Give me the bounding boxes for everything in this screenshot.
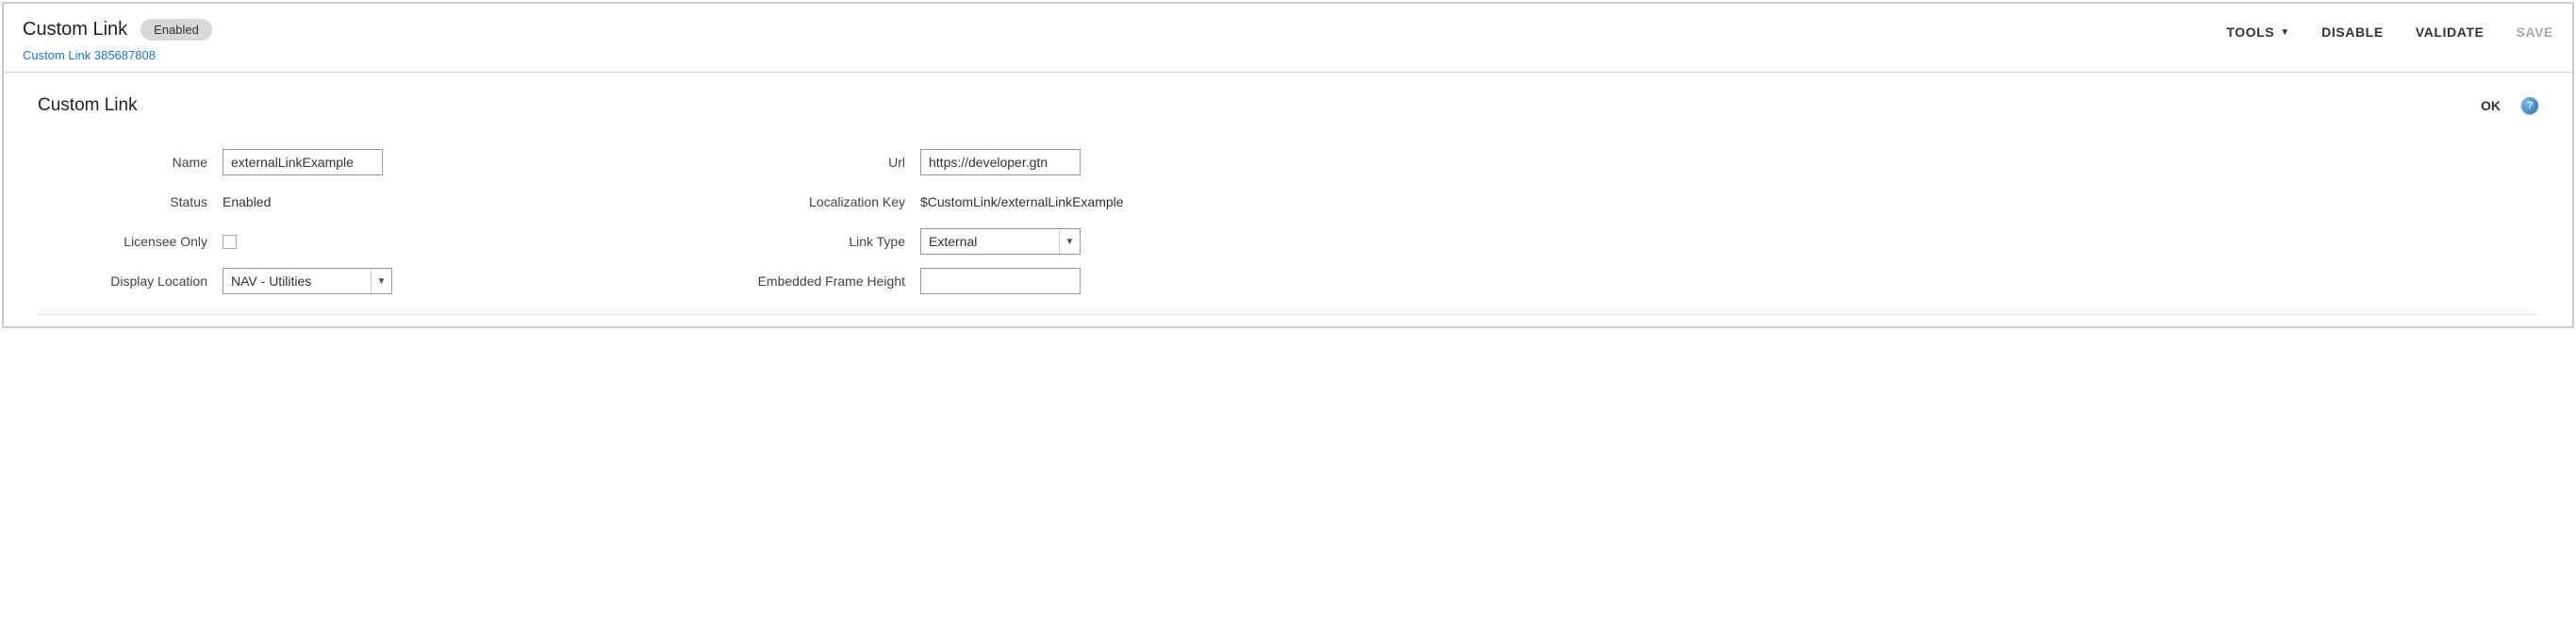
localization-key-value: $CustomLink/externalLinkExample (920, 194, 1124, 209)
chevron-down-icon: ▼ (2280, 27, 2289, 38)
disable-button[interactable]: DISABLE (2321, 25, 2384, 40)
help-icon[interactable]: ? (2521, 97, 2538, 114)
validate-button[interactable]: VALIDATE (2416, 25, 2485, 40)
title-row: Custom Link Enabled (23, 19, 212, 41)
link-type-select[interactable] (920, 228, 1081, 255)
link-type-label: Link Type (490, 234, 905, 249)
form-grid: Name Status Enabled Licensee Only Displa… (38, 148, 2538, 315)
save-button[interactable]: SAVE (2517, 25, 2554, 40)
page-header: Custom Link Enabled Custom Link 38568780… (4, 4, 2572, 73)
row-status: Status Enabled (38, 188, 434, 216)
breadcrumb-link[interactable]: Custom Link 385687808 (23, 48, 212, 62)
url-label: Url (490, 155, 905, 170)
row-name: Name (38, 148, 434, 176)
header-toolbar: TOOLS ▼ DISABLE VALIDATE SAVE (2226, 19, 2553, 40)
page-title: Custom Link (23, 19, 127, 41)
display-location-select-wrap: ▼ (223, 268, 392, 294)
section-title: Custom Link (38, 95, 138, 116)
row-frame-height: Embedded Frame Height (490, 267, 1124, 295)
section-header: Custom Link OK ? (38, 95, 2538, 116)
name-input[interactable] (223, 149, 383, 175)
frame-height-input[interactable] (920, 268, 1081, 294)
section-actions: OK ? (2481, 97, 2538, 114)
display-location-select[interactable] (223, 268, 392, 294)
localization-key-label: Localization Key (490, 194, 905, 209)
form-column-right: Url Localization Key $CustomLink/externa… (490, 148, 1124, 295)
content-area: Custom Link OK ? Name Status Enabled Lic… (4, 73, 2572, 326)
ok-button[interactable]: OK (2481, 98, 2501, 113)
frame-height-label: Embedded Frame Height (490, 274, 905, 289)
row-localization-key: Localization Key $CustomLink/externalLin… (490, 188, 1124, 216)
licensee-checkbox[interactable] (223, 235, 237, 249)
page-container: Custom Link Enabled Custom Link 38568780… (2, 2, 2574, 328)
form-column-left: Name Status Enabled Licensee Only Displa… (38, 148, 434, 295)
row-link-type: Link Type ▼ (490, 227, 1124, 256)
tools-dropdown[interactable]: TOOLS ▼ (2226, 25, 2289, 40)
status-label: Status (38, 194, 207, 209)
tools-button[interactable]: TOOLS (2226, 25, 2274, 40)
header-left: Custom Link Enabled Custom Link 38568780… (23, 19, 212, 62)
status-badge: Enabled (140, 19, 212, 41)
display-location-label: Display Location (38, 274, 207, 289)
licensee-label: Licensee Only (38, 234, 207, 249)
url-input[interactable] (920, 149, 1081, 175)
status-value: Enabled (223, 194, 271, 209)
row-url: Url (490, 148, 1124, 176)
name-label: Name (38, 155, 207, 170)
row-display-location: Display Location ▼ (38, 267, 434, 295)
row-licensee: Licensee Only (38, 227, 434, 256)
link-type-select-wrap: ▼ (920, 228, 1081, 255)
